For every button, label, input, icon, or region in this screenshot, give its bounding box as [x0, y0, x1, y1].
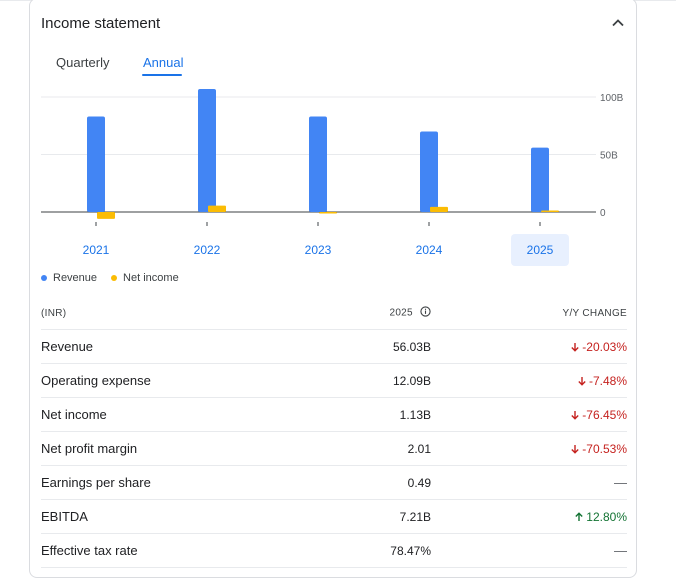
row-change-value: -70.53%: [582, 441, 627, 456]
arrow-down-icon: [577, 374, 589, 388]
chart-legend: Revenue Net income: [41, 272, 179, 284]
tab-quarterly[interactable]: Quarterly: [56, 55, 109, 70]
row-change: —: [431, 543, 627, 558]
y-tick-label: 50B: [600, 151, 618, 162]
table-row: Operating expense 12.09B -7.48%: [41, 364, 627, 398]
net-income-bar: [208, 205, 226, 212]
arrow-up-icon: [574, 510, 586, 524]
table-row: Net profit margin 2.01 -70.53%: [41, 432, 627, 466]
revenue-bar: [531, 147, 549, 212]
row-value: 1.13B: [399, 407, 431, 422]
row-value: 56.03B: [392, 339, 431, 354]
row-value: 78.47%: [390, 543, 431, 558]
arrow-down-icon: [570, 442, 582, 456]
row-value: 7.21B: [399, 509, 431, 524]
net-income-dot-icon: [111, 275, 118, 281]
row-change-value: 12.80%: [586, 509, 627, 524]
income-table: (INR) 2025 Y/Y CHANGE Revenue 56.03B -20.0…: [41, 297, 627, 568]
row-change: 12.80%: [431, 510, 627, 524]
arrow-down-icon: [570, 408, 582, 422]
net-income-bar: [97, 212, 115, 219]
legend-revenue: Revenue: [41, 272, 97, 284]
card-title: Income statement: [41, 15, 161, 32]
row-change: -7.48%: [431, 374, 627, 388]
net-income-bar: [319, 212, 337, 214]
tab-annual[interactable]: Annual: [143, 55, 183, 70]
revenue-bar: [198, 88, 216, 212]
x-tick-label: 2022: [194, 243, 221, 257]
revenue-bar: [309, 116, 327, 212]
table-row: Net income 1.13B -76.45%: [41, 398, 627, 432]
arrow-down-icon: [570, 340, 582, 354]
row-label: Revenue: [41, 339, 94, 354]
row-value: 12.09B: [392, 373, 431, 388]
row-change-value: —: [614, 475, 627, 490]
revenue-bar: [420, 131, 438, 212]
row-label: Net income: [41, 407, 107, 422]
table-header: (INR) 2025 Y/Y CHANGE: [41, 297, 627, 330]
row-change: -76.45%: [431, 408, 627, 422]
table-row: EBITDA 7.21B 12.80%: [41, 500, 627, 534]
row-change-value: —: [614, 543, 627, 558]
row-label: Operating expense: [41, 373, 151, 388]
row-label: Net profit margin: [41, 441, 138, 456]
x-tick-label: 2021: [83, 243, 110, 257]
row-change-value: -20.03%: [582, 339, 627, 354]
revenue-dot-icon: [41, 275, 47, 281]
row-change-value: -7.48%: [588, 373, 627, 388]
header-currency: (INR): [41, 307, 67, 319]
active-tab-indicator: [142, 74, 182, 76]
chevron-up-icon[interactable]: [608, 13, 628, 33]
row-label: EBITDA: [41, 509, 88, 524]
table-row: Revenue 56.03B -20.03%: [41, 330, 627, 364]
row-change: —: [431, 475, 627, 490]
row-change: -20.03%: [431, 340, 627, 354]
row-change-value: -76.45%: [582, 407, 627, 422]
legend-net-income: Net income: [111, 272, 179, 284]
row-label: Earnings per share: [41, 475, 151, 490]
y-tick-label: 0: [600, 208, 606, 219]
y-tick-label: 100B: [600, 93, 624, 104]
net-income-bar: [430, 206, 448, 212]
row-value: 2.01: [407, 441, 431, 456]
row-change: -70.53%: [431, 442, 627, 456]
x-tick-label: 2025: [527, 243, 554, 257]
info-icon[interactable]: [420, 306, 431, 320]
x-tick-label: 2024: [416, 243, 443, 257]
header-year-label: 2025: [389, 307, 413, 319]
income-chart: 100B 50B 0 2021 2022 2023 2024 2025: [41, 88, 624, 266]
legend-revenue-label: Revenue: [53, 272, 98, 284]
table-row: Earnings per share 0.49 —: [41, 466, 627, 500]
header-year: 2025: [321, 306, 431, 320]
row-value: 0.49: [407, 475, 431, 490]
row-label: Effective tax rate: [41, 543, 138, 558]
revenue-bar: [87, 116, 105, 212]
net-income-bar: [541, 210, 559, 212]
legend-net-income-label: Net income: [123, 272, 179, 284]
header-yoy-change: Y/Y CHANGE: [562, 307, 627, 319]
x-tick-label: 2023: [305, 243, 332, 257]
income-statement-card: Income statement Quarterly Annual 100B 50…: [29, 0, 637, 578]
